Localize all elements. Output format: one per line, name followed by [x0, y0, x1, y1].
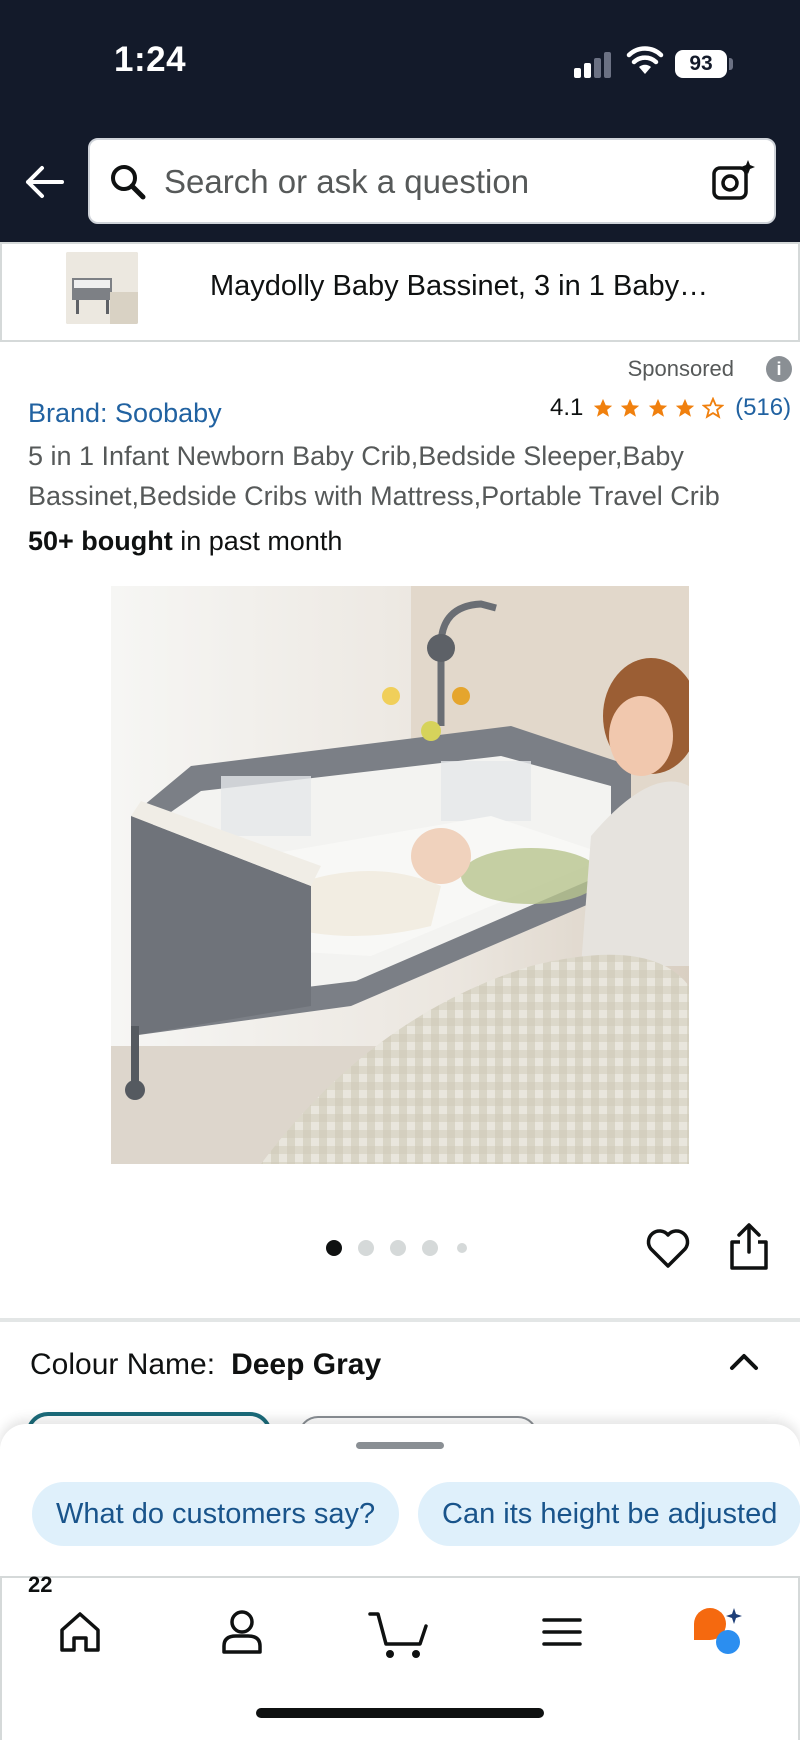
search-icon [111, 165, 146, 200]
cellular-signal-icon [574, 52, 614, 78]
battery-tip [729, 58, 733, 70]
suggestion-chip[interactable]: Can its height be adjusted [418, 1482, 800, 1546]
bought-suffix: in past month [172, 526, 343, 556]
carousel-dot[interactable] [326, 1240, 342, 1256]
suggestion-sheet: What do customers say? Can its height be… [0, 1424, 800, 1576]
chevron-up-icon[interactable] [726, 1344, 762, 1380]
product-thumbnail [66, 252, 138, 324]
product-title[interactable]: 5 in 1 Infant Newborn Baby Crib,Bedside … [28, 436, 788, 516]
camera-search-icon[interactable] [710, 158, 756, 204]
star-full-icon [593, 398, 612, 417]
top-header: 1:24 93 Search or ask a question [0, 0, 800, 242]
wifi-icon [626, 46, 664, 74]
menu-icon[interactable] [534, 1604, 590, 1660]
rating-count-link[interactable]: (516) [735, 394, 791, 421]
rating-value: 4.1 [550, 394, 584, 421]
star-full-icon [621, 398, 640, 417]
home-indicator [256, 1708, 544, 1718]
colour-value: Deep Gray [231, 1348, 382, 1381]
sheet-grabber[interactable] [356, 1442, 444, 1449]
star-rating [592, 396, 725, 419]
sponsored-label: Sponsored [627, 356, 734, 381]
carousel-dot[interactable] [358, 1240, 374, 1256]
carousel-dot[interactable] [390, 1240, 406, 1256]
sticky-product-title: Maydolly Baby Bassinet, 3 in 1 Baby… [210, 270, 709, 302]
cart-icon[interactable] [366, 1604, 432, 1660]
cart-count-badge: 22 [28, 1572, 53, 1597]
carousel-dot[interactable] [422, 1240, 438, 1256]
bought-count: 50+ bought [28, 526, 173, 556]
brand-link[interactable]: Brand: Soobaby [28, 398, 222, 429]
account-icon[interactable] [214, 1604, 270, 1660]
suggestion-chip[interactable]: What do customers say? [32, 1482, 400, 1546]
heart-icon[interactable] [644, 1224, 692, 1272]
star-empty-icon [701, 396, 725, 419]
bought-in-past-month: 50+ bought in past month [28, 526, 342, 557]
rufus-assistant-icon[interactable] [690, 1604, 746, 1660]
info-icon[interactable]: i [766, 356, 792, 382]
carousel-dot[interactable] [457, 1243, 467, 1253]
back-arrow-icon[interactable] [22, 160, 66, 204]
star-full-icon [676, 398, 695, 417]
section-divider [0, 1318, 800, 1322]
product-image[interactable] [111, 586, 689, 1164]
rating-summary[interactable]: 4.1 (516) [550, 394, 791, 428]
status-time: 1:24 [114, 40, 187, 79]
star-full-icon [648, 398, 667, 417]
sticky-product-bar[interactable]: Maydolly Baby Bassinet, 3 in 1 Baby… [0, 242, 800, 342]
share-icon[interactable] [726, 1222, 772, 1272]
search-input[interactable]: Search or ask a question [164, 163, 529, 201]
colour-label: Colour Name: [30, 1348, 216, 1381]
search-bar[interactable]: Search or ask a question [88, 138, 776, 224]
colour-selector-label: Colour Name: Deep Gray [30, 1348, 381, 1382]
home-icon[interactable] [52, 1604, 108, 1660]
battery-level: 93 [675, 50, 727, 78]
